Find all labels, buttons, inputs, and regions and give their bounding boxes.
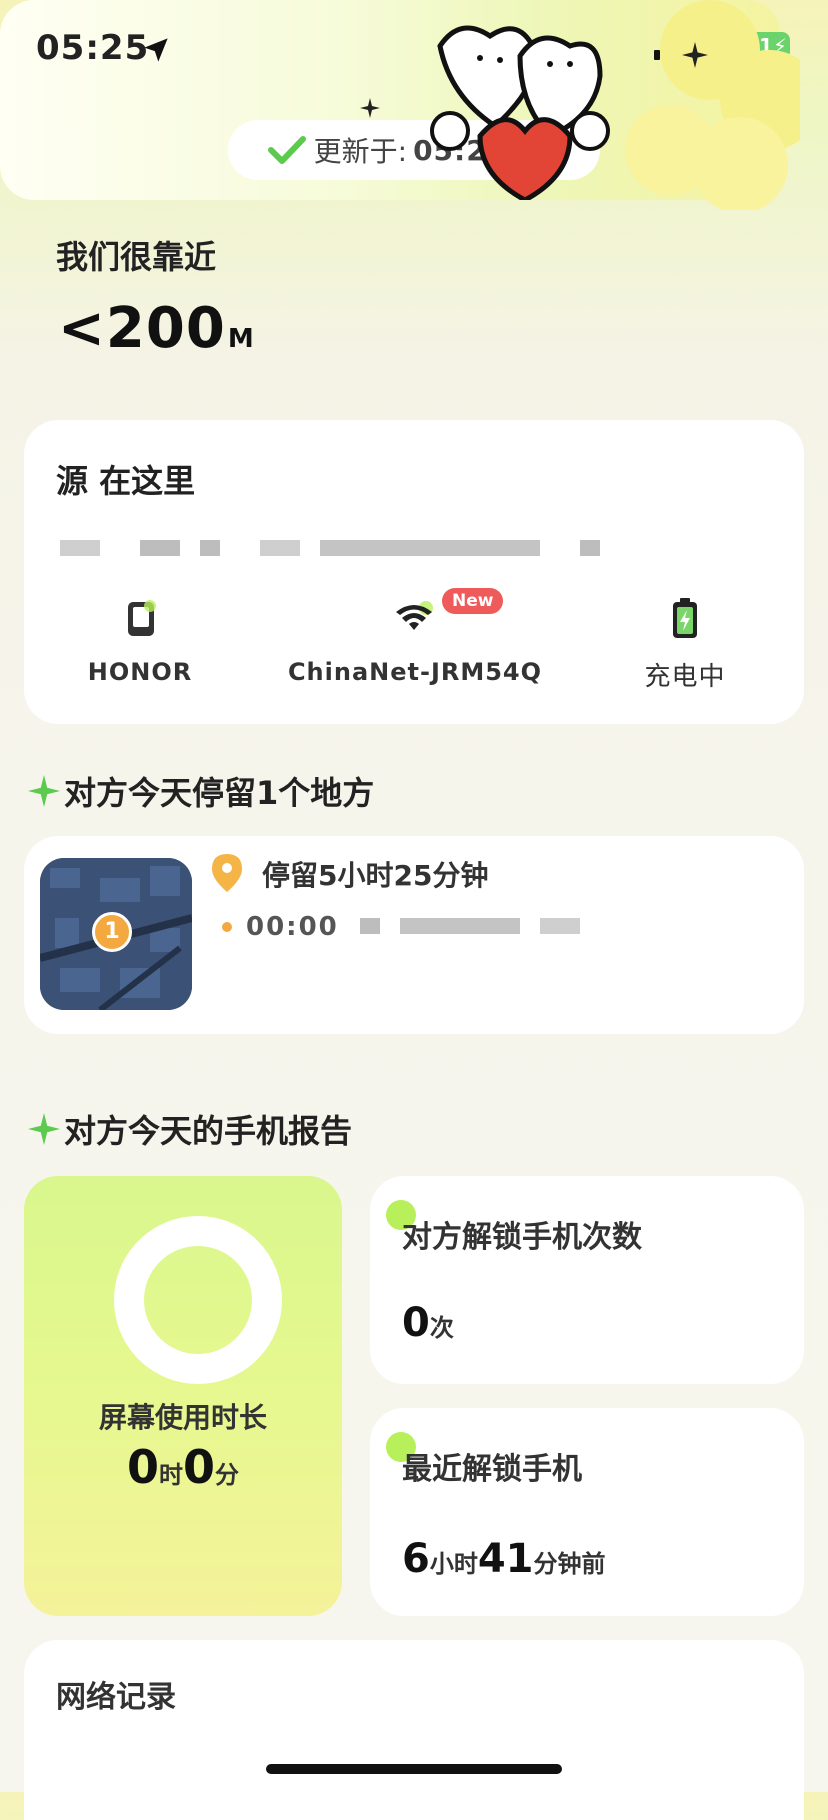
- location-pin-icon: [212, 854, 242, 892]
- source-title: 源 在这里: [56, 462, 196, 500]
- home-indicator[interactable]: [266, 1764, 562, 1774]
- network-title: 网络记录: [56, 1680, 176, 1715]
- unlock-count-value: 0次: [402, 1300, 454, 1346]
- sparkle-icon: [28, 775, 60, 807]
- unlock-count-unit: 次: [429, 1314, 454, 1342]
- distance-number: <200: [58, 296, 226, 361]
- stay-marker: 1: [92, 912, 132, 952]
- location-arrow-icon: [144, 38, 168, 62]
- wifi-name: ChinaNet-JRM54Q: [287, 658, 543, 686]
- unlock-count-card[interactable]: [370, 1176, 804, 1384]
- last-unlock-card[interactable]: [370, 1408, 804, 1616]
- wifi-icon: [396, 601, 433, 630]
- screen-hours-unit: 时: [159, 1461, 183, 1489]
- last-unlock-minutes: 41: [477, 1536, 534, 1582]
- screen-time-value: 0时0分: [24, 1440, 342, 1494]
- screen-time-ring: [114, 1216, 282, 1384]
- device-name: HONOR: [87, 658, 193, 686]
- last-unlock-minutes-unit: 分钟前: [533, 1550, 606, 1578]
- stay-start-time: 00:00: [246, 912, 339, 942]
- sparkle-icon: [682, 42, 708, 68]
- check-icon: [267, 136, 306, 164]
- report-section-title: 对方今天的手机报告: [28, 1106, 352, 1152]
- update-label: 更新于:: [313, 135, 408, 168]
- last-unlock-hours-unit: 小时: [429, 1550, 478, 1578]
- report-section-label: 对方今天的手机报告: [64, 1112, 353, 1150]
- distance-unit: M: [227, 324, 255, 354]
- stay-duration: 停留5小时25分钟: [262, 859, 489, 892]
- last-unlock-label: 最近解锁手机: [402, 1452, 582, 1487]
- distance-value: <200M: [58, 296, 255, 361]
- last-unlock-hours: 6: [402, 1536, 430, 1582]
- map-thumbnail[interactable]: 1: [40, 858, 192, 1010]
- unlock-count-label: 对方解锁手机次数: [402, 1220, 642, 1255]
- charging-status: 充电中: [644, 662, 726, 692]
- screen-minutes-unit: 分: [215, 1461, 240, 1489]
- screen-time-label: 屏幕使用时长: [98, 1401, 267, 1434]
- battery-charging-icon: [673, 598, 697, 638]
- sparkle-icon: [360, 98, 380, 118]
- network-card[interactable]: [24, 1640, 804, 1820]
- new-badge: New: [442, 588, 504, 614]
- sparkle-icon: [28, 1113, 60, 1145]
- last-unlock-value: 6小时41分钟前: [402, 1536, 606, 1582]
- hearts-mascot-illustration: [430, 25, 610, 200]
- status-time: 05:25: [36, 28, 150, 68]
- stay-section-title: 对方今天停留1个地方: [28, 768, 374, 814]
- timeline-dot: [222, 922, 232, 932]
- phone-icon: [128, 600, 156, 636]
- screen-minutes: 0: [183, 1440, 216, 1494]
- unlock-count-number: 0: [402, 1300, 430, 1346]
- stay-section-label: 对方今天停留1个地方: [64, 774, 375, 812]
- distance-title: 我们很靠近: [56, 238, 217, 276]
- screen-hours: 0: [126, 1440, 159, 1494]
